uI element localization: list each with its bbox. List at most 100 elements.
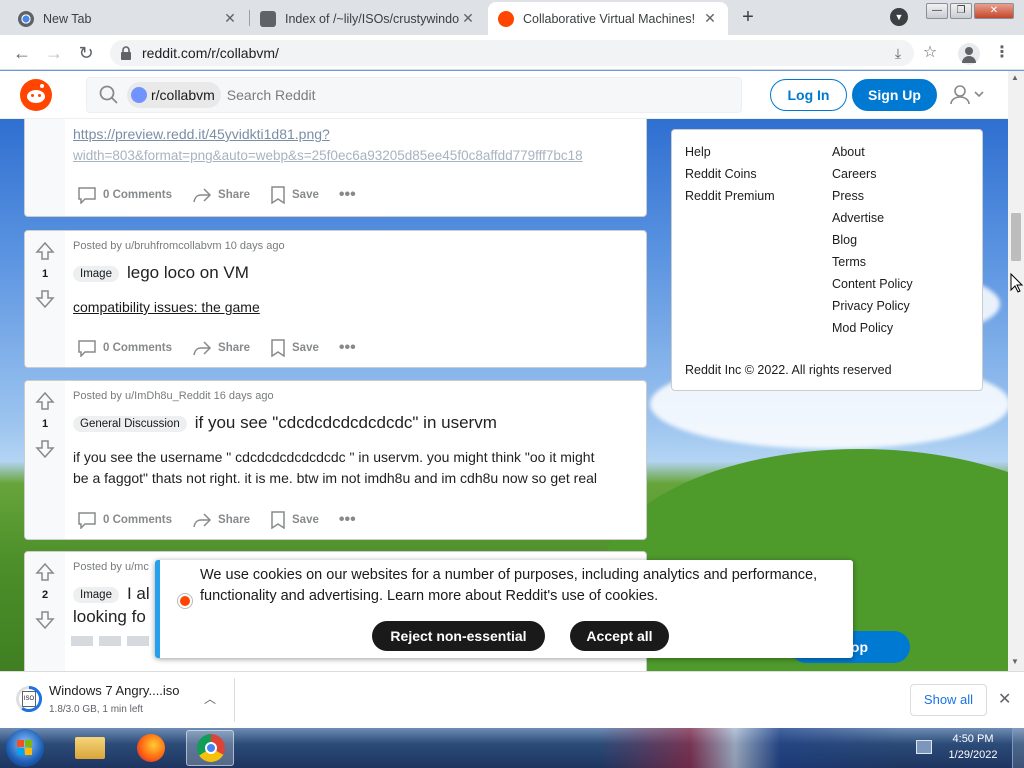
post-title-line[interactable]: looking fo (73, 607, 146, 627)
share-button[interactable]: Share (192, 511, 250, 529)
bookmark-icon (271, 186, 285, 204)
flair-badge[interactable]: Image (73, 586, 119, 603)
taskbar-time[interactable]: 4:50 PM (945, 733, 1001, 745)
post-link-line[interactable]: https://preview.redd.it/45yvidkti1d81.pn… (73, 126, 330, 142)
footer-link-help[interactable]: Help (685, 141, 775, 163)
taskbar-date[interactable]: 1/29/2022 (945, 749, 1001, 761)
firefox-taskbar-icon[interactable] (127, 730, 175, 766)
menu-kebab-icon[interactable]: ⋮ (990, 41, 1014, 65)
address-bar[interactable]: reddit.com/r/collabvm/ (110, 40, 914, 66)
post-title[interactable]: lego loco on VM (127, 263, 249, 282)
footer-link-blog[interactable]: Blog (832, 229, 913, 251)
tab-search-icon[interactable]: ▼ (890, 8, 908, 26)
footer-link-press[interactable]: Press (832, 185, 913, 207)
footer-links-col2: About Careers Press Advertise Blog Terms… (832, 141, 913, 339)
close-download-shelf-icon[interactable]: ✕ (998, 689, 1011, 709)
globe-icon (260, 10, 276, 27)
upvote-icon[interactable] (35, 562, 55, 582)
subreddit-filter-chip[interactable]: r/collabvm (127, 82, 221, 108)
downvote-icon[interactable] (35, 610, 55, 630)
post-title-row[interactable]: Image lego loco on VM (73, 263, 249, 283)
close-tab-icon[interactable]: ✕ (460, 10, 476, 27)
post-title[interactable]: I al (127, 584, 150, 603)
post-actions: 0 Comments Share Save ••• (77, 186, 376, 204)
maximize-button[interactable]: ❐ (950, 3, 972, 19)
reddit-logo-icon[interactable] (20, 79, 52, 111)
post-meta[interactable]: Posted by u/ImDh8u_Reddit 16 days ago (73, 390, 274, 402)
post-card[interactable]: https://preview.redd.it/45yvidkti1d81.pn… (24, 119, 647, 217)
post-link-line[interactable]: width=803&format=png&auto=webp&s=25f0ec6… (73, 148, 643, 163)
download-item[interactable]: ISO Windows 7 Angry....iso 1.8/3.0 GB, 1… (8, 678, 234, 722)
bookmark-star-icon[interactable]: ☆ (918, 41, 942, 65)
more-options-icon[interactable]: ••• (339, 339, 356, 357)
page-scrollbar[interactable]: ▲ ▼ (1008, 71, 1024, 671)
close-tab-icon[interactable]: ✕ (222, 10, 238, 27)
post-title-row[interactable]: General Discussion if you see "cdcdcdcdcd… (73, 413, 497, 433)
save-button[interactable]: Save (270, 186, 319, 204)
new-tab-button[interactable]: + (736, 6, 760, 30)
scroll-up-icon[interactable]: ▲ (1011, 73, 1019, 82)
save-button[interactable]: Save (270, 339, 319, 357)
more-options-icon[interactable]: ••• (339, 186, 356, 204)
upvote-icon[interactable] (35, 391, 55, 411)
profile-avatar-icon[interactable] (958, 43, 980, 65)
footer-link-reddit-premium[interactable]: Reddit Premium (685, 185, 775, 207)
url-text: reddit.com/r/collabvm/ (142, 45, 279, 61)
reload-icon[interactable]: ↻ (74, 41, 98, 65)
accept-cookies-button[interactable]: Accept all (570, 621, 669, 651)
minimize-button[interactable]: — (926, 3, 948, 19)
install-app-icon[interactable]: ⤓ (886, 41, 910, 65)
chevron-up-icon[interactable]: ︿ (204, 690, 216, 707)
chrome-taskbar-icon[interactable] (186, 730, 234, 766)
footer-link-mod-policy[interactable]: Mod Policy (832, 317, 913, 339)
post-card[interactable]: 1 Posted by u/ImDh8u_Reddit 16 days ago … (24, 380, 647, 540)
footer-link-careers[interactable]: Careers (832, 163, 913, 185)
post-title[interactable]: if you see "cdcdcdcdcdcdcdc" in uservm (195, 413, 497, 432)
tab-index-isos[interactable]: Index of /~lily/ISOs/crustywindo ✕ (250, 2, 486, 35)
sign-up-button[interactable]: Sign Up (852, 79, 937, 111)
footer-link-terms[interactable]: Terms (832, 251, 913, 273)
footer-link-advertise[interactable]: Advertise (832, 207, 913, 229)
scroll-down-icon[interactable]: ▼ (1011, 657, 1019, 666)
share-button[interactable]: Share (192, 339, 250, 357)
close-window-button[interactable]: ✕ (974, 3, 1014, 19)
user-menu-dropdown[interactable] (948, 83, 988, 107)
more-options-icon[interactable]: ••• (339, 511, 356, 529)
post-link[interactable]: compatibility issues: the game (73, 299, 260, 315)
footer-link-reddit-coins[interactable]: Reddit Coins (685, 163, 775, 185)
share-button[interactable]: Share (192, 186, 250, 204)
post-body-line: be a faggot" thats not right. it is me. … (73, 470, 598, 486)
scrollbar-thumb[interactable] (1011, 213, 1021, 261)
reject-cookies-button[interactable]: Reject non-essential (372, 621, 545, 651)
search-icon (99, 85, 118, 104)
save-button[interactable]: Save (270, 511, 319, 529)
downvote-icon[interactable] (35, 289, 55, 309)
search-bar[interactable]: r/collabvm Search Reddit (86, 77, 742, 113)
footer-link-privacy-policy[interactable]: Privacy Policy (832, 295, 913, 317)
comments-button[interactable]: 0 Comments (77, 339, 172, 357)
tab-new-tab[interactable]: New Tab ✕ (8, 2, 248, 35)
downvote-icon[interactable] (35, 439, 55, 459)
start-button[interactable] (6, 729, 44, 767)
network-tray-icon[interactable] (916, 740, 932, 754)
comments-button[interactable]: 0 Comments (77, 511, 172, 529)
close-tab-icon[interactable]: ✕ (702, 10, 718, 27)
upvote-icon[interactable] (35, 241, 55, 261)
post-card[interactable]: 1 Posted by u/bruhfromcollabvm 10 days a… (24, 230, 647, 368)
show-all-downloads-button[interactable]: Show all (910, 684, 987, 716)
flair-badge[interactable]: Image (73, 265, 119, 282)
post-meta[interactable]: Posted by u/bruhfromcollabvm 10 days ago (73, 240, 285, 252)
post-title-row[interactable]: Image I al (73, 584, 150, 604)
flair-badge[interactable]: General Discussion (73, 415, 187, 432)
log-in-button[interactable]: Log In (770, 79, 847, 111)
comments-button[interactable]: 0 Comments (77, 186, 172, 204)
show-desktop-button[interactable] (1012, 728, 1024, 768)
forward-arrow-icon[interactable]: → (42, 41, 66, 65)
tab-collaborative-vms[interactable]: Collaborative Virtual Machines! ✕ (488, 2, 728, 35)
footer-link-about[interactable]: About (832, 141, 913, 163)
back-arrow-icon[interactable]: ← (10, 41, 34, 65)
footer-link-content-policy[interactable]: Content Policy (832, 273, 913, 295)
explorer-taskbar-icon[interactable] (66, 730, 114, 766)
post-meta[interactable]: Posted by u/mc (73, 561, 149, 573)
mouse-cursor-icon (1010, 273, 1024, 293)
